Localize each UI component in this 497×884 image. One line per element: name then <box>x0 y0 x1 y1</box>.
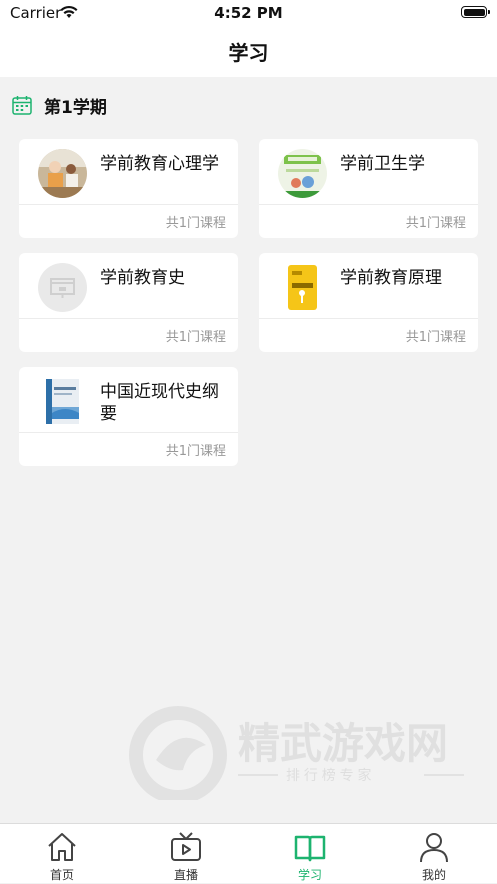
course-count: 共1门课程 <box>165 216 226 231</box>
book-icon <box>294 835 326 862</box>
tab-live[interactable]: 直播 <box>124 824 248 884</box>
svg-text:精武游戏网: 精武游戏网 <box>238 720 448 767</box>
status-bar: Carrier 4:52 PM <box>0 0 497 26</box>
course-thumbnail <box>38 377 87 426</box>
course-card-3[interactable]: 学前教育原理 共1门课程 <box>259 253 478 352</box>
tab-home[interactable]: 首页 <box>0 824 124 884</box>
tab-bar: 首页 直播 学习 我的 <box>0 823 497 883</box>
divider <box>19 432 238 433</box>
page-title: 学习 <box>0 26 497 77</box>
tab-label: 学习 <box>297 868 322 882</box>
semester-title: 第1学期 <box>44 98 107 118</box>
course-name: 中国近现代史纲要 <box>100 382 219 424</box>
calendar-icon <box>12 96 32 115</box>
course-card-1[interactable]: 学前卫生学 共1门课程 <box>259 139 478 238</box>
course-thumbnail <box>38 263 87 312</box>
tab-label: 直播 <box>173 868 198 882</box>
course-name: 学前教育史 <box>100 268 185 288</box>
course-name: 学前教育心理学 <box>100 154 219 174</box>
divider <box>259 318 478 319</box>
course-count: 共1门课程 <box>165 444 226 459</box>
battery-icon <box>461 6 490 18</box>
clock: 4:52 PM <box>214 4 283 22</box>
course-name: 学前卫生学 <box>340 154 425 174</box>
semester-header: 第1学期 <box>0 77 497 133</box>
tv-icon <box>171 832 201 861</box>
placeholder-book-icon <box>50 278 75 298</box>
course-count: 共1门课程 <box>165 330 226 345</box>
divider <box>19 204 238 205</box>
course-count: 共1门课程 <box>405 216 466 231</box>
person-icon <box>420 833 448 863</box>
course-name: 学前教育原理 <box>340 268 442 288</box>
tab-study[interactable]: 学习 <box>248 824 372 884</box>
course-thumbnail <box>278 149 327 198</box>
course-card-0[interactable]: 学前教育心理学 共1门课程 <box>19 139 238 238</box>
course-card-2[interactable]: 学前教育史 共1门课程 <box>19 253 238 352</box>
tab-label: 首页 <box>49 868 74 882</box>
course-count: 共1门课程 <box>405 330 466 345</box>
svg-text:排 行 榜 专 家: 排 行 榜 专 家 <box>286 767 372 783</box>
watermark-logo: 精武游戏网 排 行 榜 专 家 <box>129 706 464 800</box>
divider <box>19 318 238 319</box>
course-card-4[interactable]: 中国近现代史纲要 共1门课程 <box>19 367 238 466</box>
tab-me[interactable]: 我的 <box>372 824 496 884</box>
divider <box>259 204 478 205</box>
course-thumbnail <box>278 263 327 312</box>
tab-label: 我的 <box>421 868 446 882</box>
course-thumbnail <box>38 149 87 198</box>
home-icon <box>48 833 76 861</box>
